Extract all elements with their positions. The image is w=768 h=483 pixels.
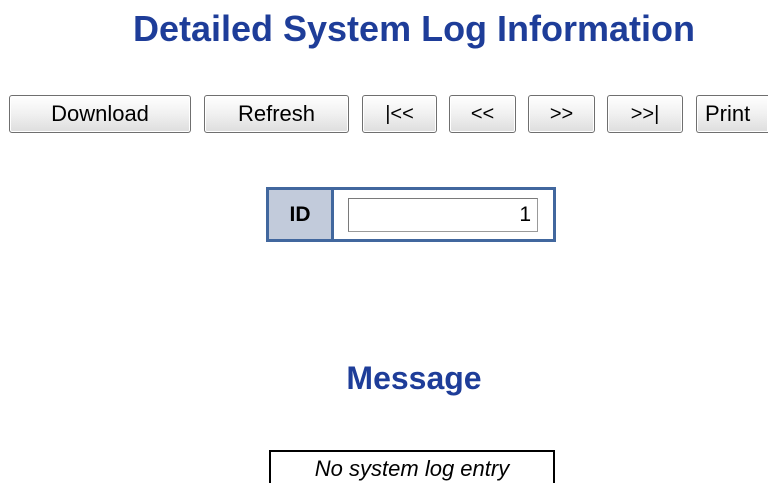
refresh-button[interactable]: Refresh	[204, 95, 349, 133]
page-title: Detailed System Log Information	[132, 8, 696, 49]
first-page-button[interactable]: |<<	[362, 95, 437, 133]
next-page-button[interactable]: >>	[528, 95, 595, 133]
message-text: No system log entry	[269, 450, 555, 483]
id-selector: ID	[266, 187, 556, 242]
id-label: ID	[269, 190, 334, 239]
last-page-button[interactable]: >>|	[607, 95, 683, 133]
id-input[interactable]	[348, 197, 538, 232]
page: Detailed System Log Information Download…	[0, 0, 768, 483]
download-button[interactable]: Download	[9, 95, 191, 133]
id-cell	[334, 190, 553, 239]
message-heading: Message	[346, 360, 482, 396]
print-button[interactable]: Print	[696, 95, 768, 133]
previous-page-button[interactable]: <<	[449, 95, 516, 133]
